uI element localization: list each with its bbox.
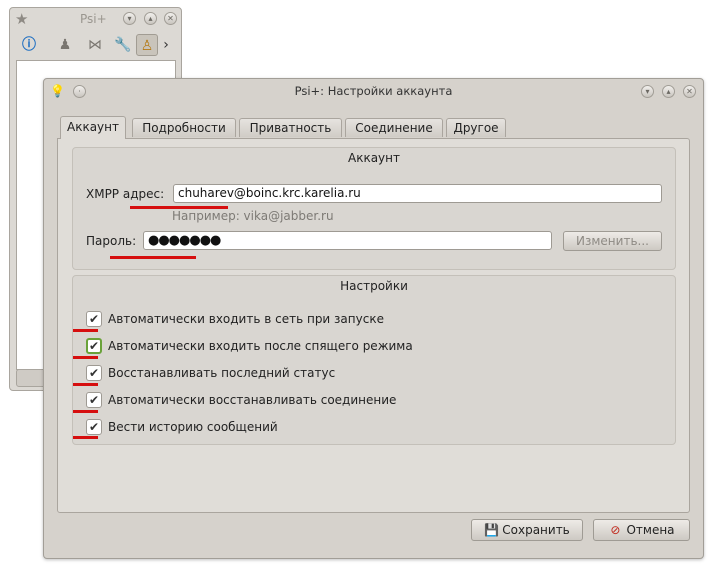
password-label: Пароль: — [86, 234, 137, 248]
annotation-underline-xmpp — [130, 206, 228, 209]
tab-panel-account: Аккаунт XMPP адрес: chuharev@boinc.krc.k… — [57, 138, 690, 513]
xmpp-address-label: XMPP адрес: — [86, 187, 165, 201]
tab-other[interactable]: Другое — [446, 118, 506, 137]
save-button[interactable]: 💾 Сохранить — [471, 519, 583, 541]
dialog-title: Psi+: Настройки аккаунта — [294, 84, 453, 98]
option-label: Вести историю сообщений — [108, 420, 278, 434]
checkbox[interactable]: ✔ — [86, 338, 102, 354]
maximize-icon[interactable]: ▴ — [662, 85, 675, 98]
settings-group: Настройки ✔ Автоматически входить в сеть… — [72, 275, 676, 445]
password-input[interactable]: ●●●●●●● — [143, 231, 552, 250]
dialog-titlebar: 💡 · Psi+: Настройки аккаунта ▾ ▴ ✕ — [44, 79, 703, 103]
option-label: Восстанавливать последний статус — [108, 366, 336, 380]
annotation-underline-option-2 — [73, 356, 98, 359]
account-settings-dialog[interactable]: 💡 · Psi+: Настройки аккаунта ▾ ▴ ✕ Аккау… — [43, 78, 704, 559]
checkbox[interactable]: ✔ — [86, 419, 102, 435]
annotation-underline-option-3 — [73, 383, 98, 386]
annotation-underline-option-1 — [73, 329, 98, 332]
floppy-disk-icon: 💾 — [484, 523, 500, 537]
tab-privacy[interactable]: Приватность — [239, 118, 342, 137]
tab-account[interactable]: Аккаунт — [60, 116, 126, 139]
tab-details[interactable]: Подробности — [132, 118, 236, 137]
cancel-button[interactable]: ⊘ Отмена — [593, 519, 690, 541]
checkbox[interactable]: ✔ — [86, 311, 102, 327]
annotation-underline-option-4 — [73, 410, 98, 413]
service-discovery-icon[interactable]: ⋈ — [84, 34, 106, 56]
contacts-icon[interactable]: ♟ — [54, 34, 76, 56]
xmpp-address-input[interactable]: chuharev@boinc.krc.karelia.ru — [173, 184, 662, 203]
checkbox[interactable]: ✔ — [86, 392, 102, 408]
minimize-icon[interactable]: ▾ — [641, 85, 654, 98]
annotation-underline-password — [110, 256, 196, 259]
annotation-underline-option-5 — [73, 436, 98, 439]
option-label: Автоматически входить после спящего режи… — [108, 339, 413, 353]
option-label: Автоматически восстанавливать соединение — [108, 393, 397, 407]
change-password-button[interactable]: Изменить... — [563, 231, 662, 251]
minimize-icon[interactable]: ▾ — [123, 12, 136, 25]
person-icon[interactable]: ♙ — [136, 34, 158, 56]
background-window-title: Psi+ — [80, 12, 107, 26]
option-label: Автоматически входить в сеть при запуске — [108, 312, 384, 326]
account-group-title: Аккаунт — [348, 151, 400, 165]
close-icon[interactable]: ✕ — [683, 85, 696, 98]
settings-group-title: Настройки — [340, 279, 408, 293]
roster-toolbar: ⓘ ♟ ⋈ 🔧 ♙ › — [16, 34, 181, 58]
maximize-icon[interactable]: ▴ — [144, 12, 157, 25]
wrench-icon[interactable]: 🔧 — [112, 34, 134, 56]
xmpp-address-hint: Например: vika@jabber.ru — [172, 209, 334, 223]
toolbar-more-icon[interactable]: › — [160, 34, 172, 56]
close-icon[interactable]: ✕ — [164, 12, 177, 25]
cancel-button-label: Отмена — [626, 523, 675, 537]
cancel-icon: ⊘ — [610, 523, 621, 537]
star-icon[interactable]: ★ — [15, 11, 31, 27]
save-button-label: Сохранить — [502, 523, 570, 537]
tab-connection[interactable]: Соединение — [345, 118, 443, 137]
checkbox[interactable]: ✔ — [86, 365, 102, 381]
background-titlebar: ★ Psi+ ▾ ▴ ✕ — [10, 8, 181, 30]
info-icon[interactable]: ⓘ — [18, 34, 40, 56]
